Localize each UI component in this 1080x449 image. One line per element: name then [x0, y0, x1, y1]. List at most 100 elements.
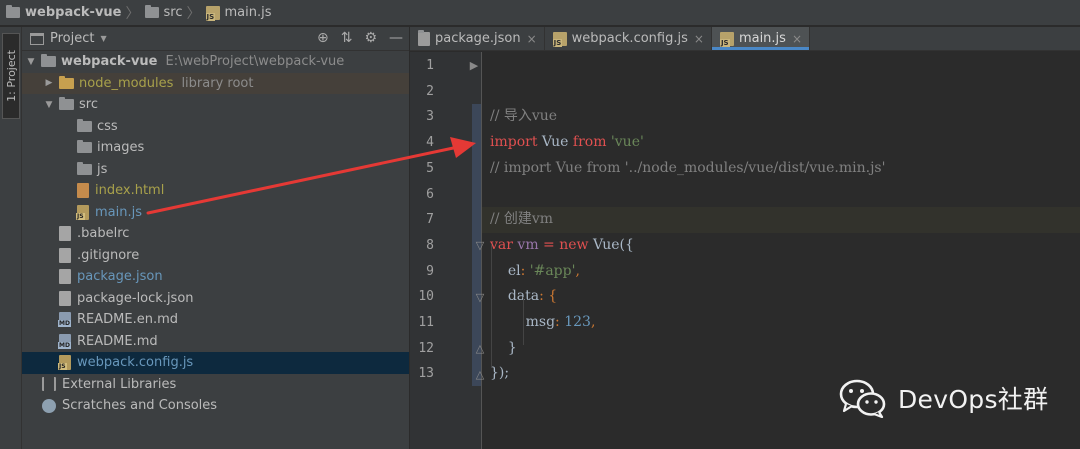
breadcrumb-separator: 〉: [186, 5, 201, 22]
line-number: 12: [418, 340, 434, 356]
chevron-down-icon[interactable]: ▼: [43, 100, 55, 110]
line-number: 3: [426, 109, 434, 125]
breadcrumb-main-js[interactable]: main.js: [205, 0, 272, 26]
tree-item[interactable]: ▼ webpack-vue E:\webProject\webpack-vue: [22, 51, 409, 73]
tree-item[interactable]: ▶ node_modules library root: [22, 72, 409, 94]
editor-tab[interactable]: main.js ×: [711, 27, 810, 50]
watermark: DevOps社群: [838, 378, 1048, 418]
tree-item[interactable]: package-lock.json: [22, 288, 409, 310]
tree-item[interactable]: README.en.md: [22, 309, 409, 331]
code-line-11[interactable]: msg: 123,: [482, 310, 1080, 336]
tree-item[interactable]: images: [22, 137, 409, 159]
string-literal: '#app': [529, 262, 576, 279]
tree-item-detail: library root: [181, 75, 254, 91]
tree-item[interactable]: main.js: [22, 202, 409, 224]
line-number: 10: [418, 289, 434, 305]
identifier: vm: [512, 236, 544, 253]
brace: });: [490, 365, 510, 382]
tree-item[interactable]: index.html: [22, 180, 409, 202]
navigation-bar: webpack-vue 〉 src 〉 main.js: [0, 0, 1080, 26]
code-line-9[interactable]: el: '#app',: [482, 259, 1080, 285]
tree-item-label: index.html: [95, 183, 165, 199]
project-tool-button[interactable]: 1: Project: [2, 33, 20, 119]
fold-expand-icon[interactable]: ▶: [468, 60, 480, 72]
chevron-down-icon[interactable]: ▼: [25, 57, 37, 67]
folder-icon: [59, 75, 74, 89]
collapse-all-icon[interactable]: ⇅: [341, 30, 353, 46]
tree-item[interactable]: package.json: [22, 266, 409, 288]
keyword: import: [490, 134, 538, 151]
config-file-icon: [59, 290, 71, 306]
project-view-selector[interactable]: Project: [50, 31, 94, 46]
indent-guide: [523, 297, 524, 345]
html-file-icon: [77, 183, 89, 199]
close-icon[interactable]: ×: [527, 32, 537, 46]
tree-item-label: main.js: [95, 204, 142, 220]
gear-icon[interactable]: ⚙: [364, 30, 377, 46]
library-icon: [42, 377, 56, 392]
tree-item[interactable]: README.md: [22, 331, 409, 353]
comment: // import Vue from '../node_modules/vue/…: [490, 159, 886, 176]
tree-item-label: node_modules: [79, 75, 174, 91]
hide-panel-icon[interactable]: —: [389, 30, 403, 46]
string-literal: 'vue': [606, 134, 644, 151]
tab-label: main.js: [738, 31, 786, 46]
code-line-3[interactable]: // 导入vue: [482, 104, 1080, 130]
tree-item-label: images: [97, 140, 145, 156]
tab-label: package.json: [435, 31, 521, 46]
breadcrumb-src[interactable]: src 〉: [144, 0, 206, 26]
folder-icon: [59, 97, 74, 111]
editor-tab[interactable]: package.json ×: [410, 27, 545, 50]
code-line-7[interactable]: // 创建vm: [482, 207, 1080, 233]
line-number: 7: [426, 212, 434, 228]
code-line-12[interactable]: }: [482, 336, 1080, 362]
code-line-2[interactable]: [482, 79, 1080, 105]
operator: =: [543, 236, 560, 253]
tool-window-stripe: 1: Project: [0, 27, 22, 449]
project-tree: ▼ webpack-vue E:\webProject\webpack-vue ▶ no…: [22, 51, 409, 417]
code-line-6[interactable]: [482, 182, 1080, 208]
punctuation: :: [555, 314, 565, 330]
tree-item-label: webpack.config.js: [77, 355, 194, 371]
tree-item[interactable]: Scratches and Consoles: [22, 395, 409, 417]
tree-item-label: webpack-vue: [61, 54, 158, 70]
vcs-change-marker[interactable]: [472, 206, 481, 232]
line-number: 1: [426, 58, 434, 73]
close-icon[interactable]: ×: [792, 32, 802, 46]
code-line-1[interactable]: [482, 53, 1080, 79]
indent-guide: [491, 244, 492, 368]
project-panel-header: Project ▼ ⊕ ⇅ ⚙ —: [22, 27, 409, 51]
project-toolbar: ⊕ ⇅ ⚙ —: [317, 30, 403, 46]
chevron-down-icon[interactable]: ▼: [100, 34, 106, 43]
close-icon[interactable]: ×: [694, 32, 704, 46]
locate-file-icon[interactable]: ⊕: [317, 30, 329, 46]
line-number: 5: [426, 160, 434, 176]
editor-tab[interactable]: webpack.config.js ×: [545, 27, 712, 50]
code-line-5[interactable]: // import Vue from '../node_modules/vue/…: [482, 156, 1080, 182]
project-tool-label: 1: Project: [4, 50, 18, 102]
tree-item-label: .gitignore: [77, 247, 140, 263]
keyword: new: [559, 236, 589, 253]
tree-item[interactable]: ▼ src: [22, 94, 409, 116]
line-number: 2: [426, 83, 434, 99]
editor-tab-bar: package.json × webpack.config.js × main.js ×: [410, 27, 1080, 51]
tree-item[interactable]: External Libraries: [22, 374, 409, 396]
breadcrumb-label: main.js: [224, 5, 272, 20]
line-number: 6: [426, 186, 434, 202]
line-number: 8: [426, 237, 434, 253]
tree-item[interactable]: js: [22, 159, 409, 181]
tree-item[interactable]: .gitignore: [22, 245, 409, 267]
chevron-right-icon[interactable]: ▶: [43, 78, 55, 88]
breadcrumb-project[interactable]: webpack-vue 〉: [6, 0, 145, 26]
tree-item-label: js: [97, 161, 108, 177]
tree-item[interactable]: webpack.config.js: [22, 352, 409, 374]
js-file-icon: [76, 204, 89, 220]
vcs-change-marker[interactable]: [472, 232, 481, 386]
tree-item[interactable]: css: [22, 116, 409, 138]
code-line-4[interactable]: import Vue from 'vue': [482, 130, 1080, 156]
config-file-icon: [59, 269, 71, 285]
line-number: 13: [418, 366, 434, 382]
tree-item[interactable]: .babelrc: [22, 223, 409, 245]
code-line-8[interactable]: var vm = new Vue({: [482, 233, 1080, 259]
code-line-10[interactable]: data: {: [482, 284, 1080, 310]
